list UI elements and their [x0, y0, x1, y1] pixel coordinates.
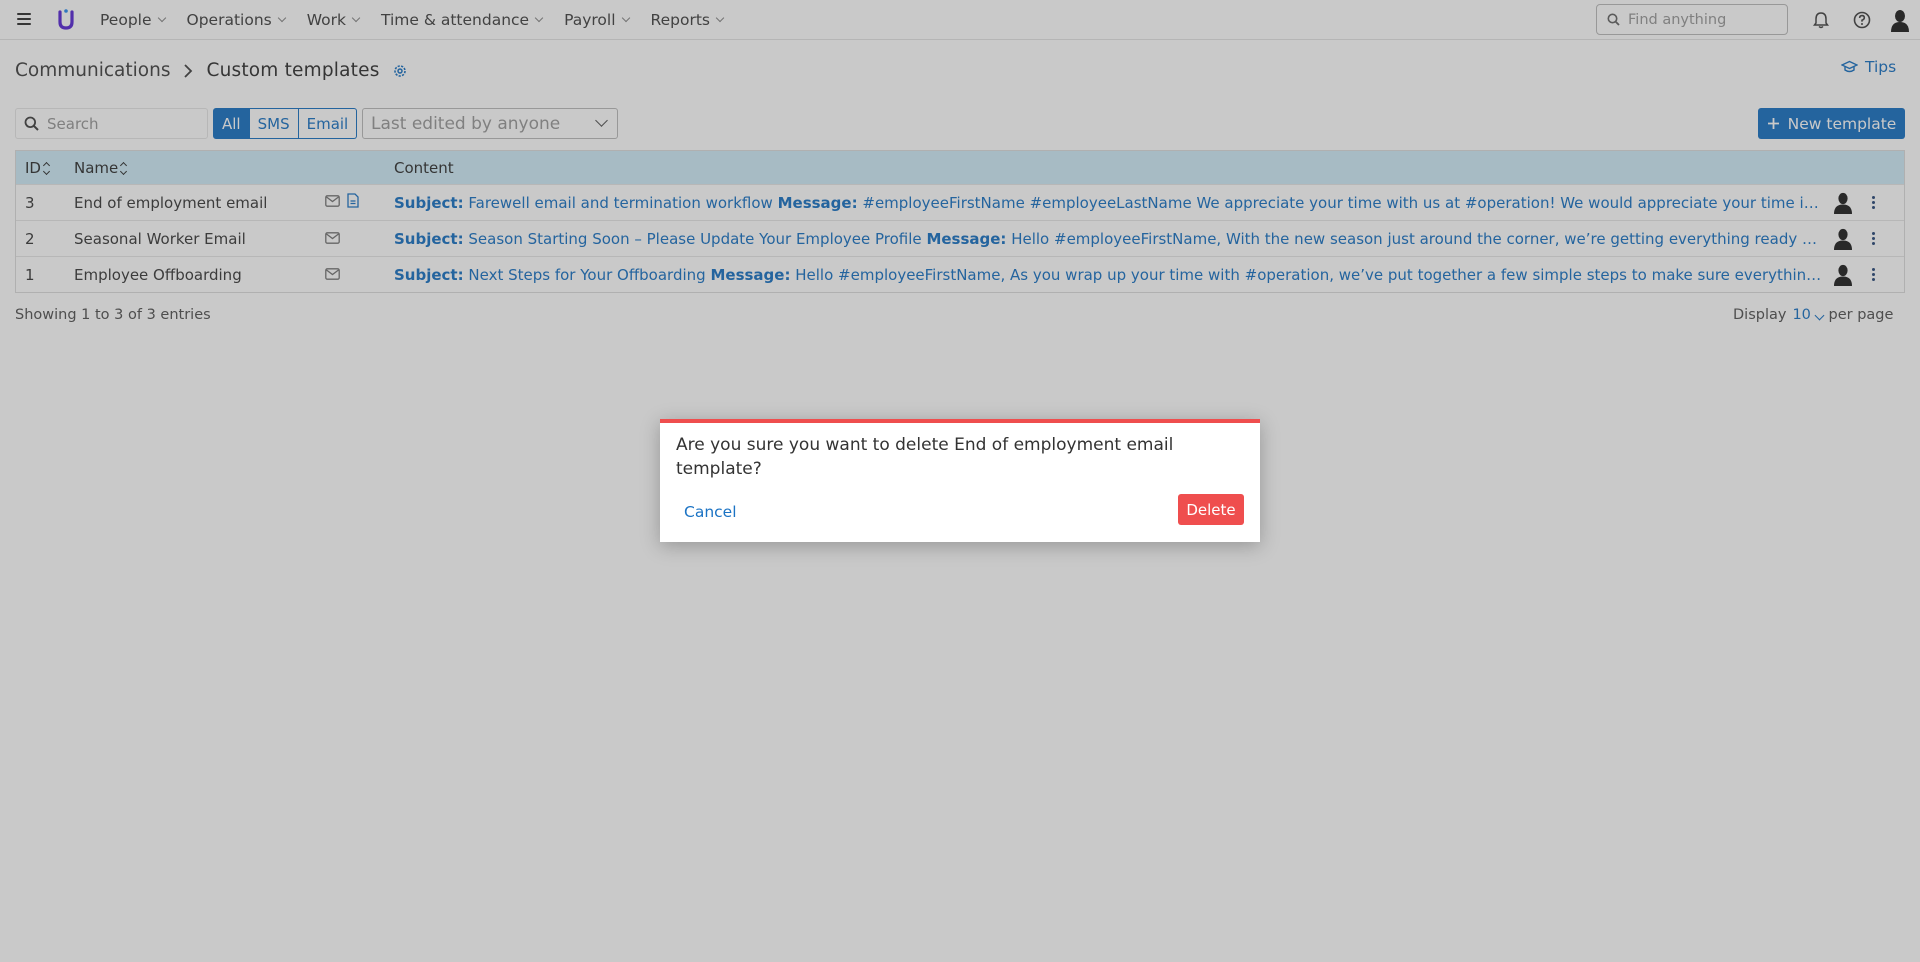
- delete-confirm-question: Are you sure you want to delete End of e…: [676, 435, 1174, 479]
- cancel-button[interactable]: Cancel: [684, 503, 737, 521]
- delete-confirm-dialog: Are you sure you want to delete End of e…: [660, 419, 1260, 542]
- delete-button[interactable]: Delete: [1178, 494, 1244, 525]
